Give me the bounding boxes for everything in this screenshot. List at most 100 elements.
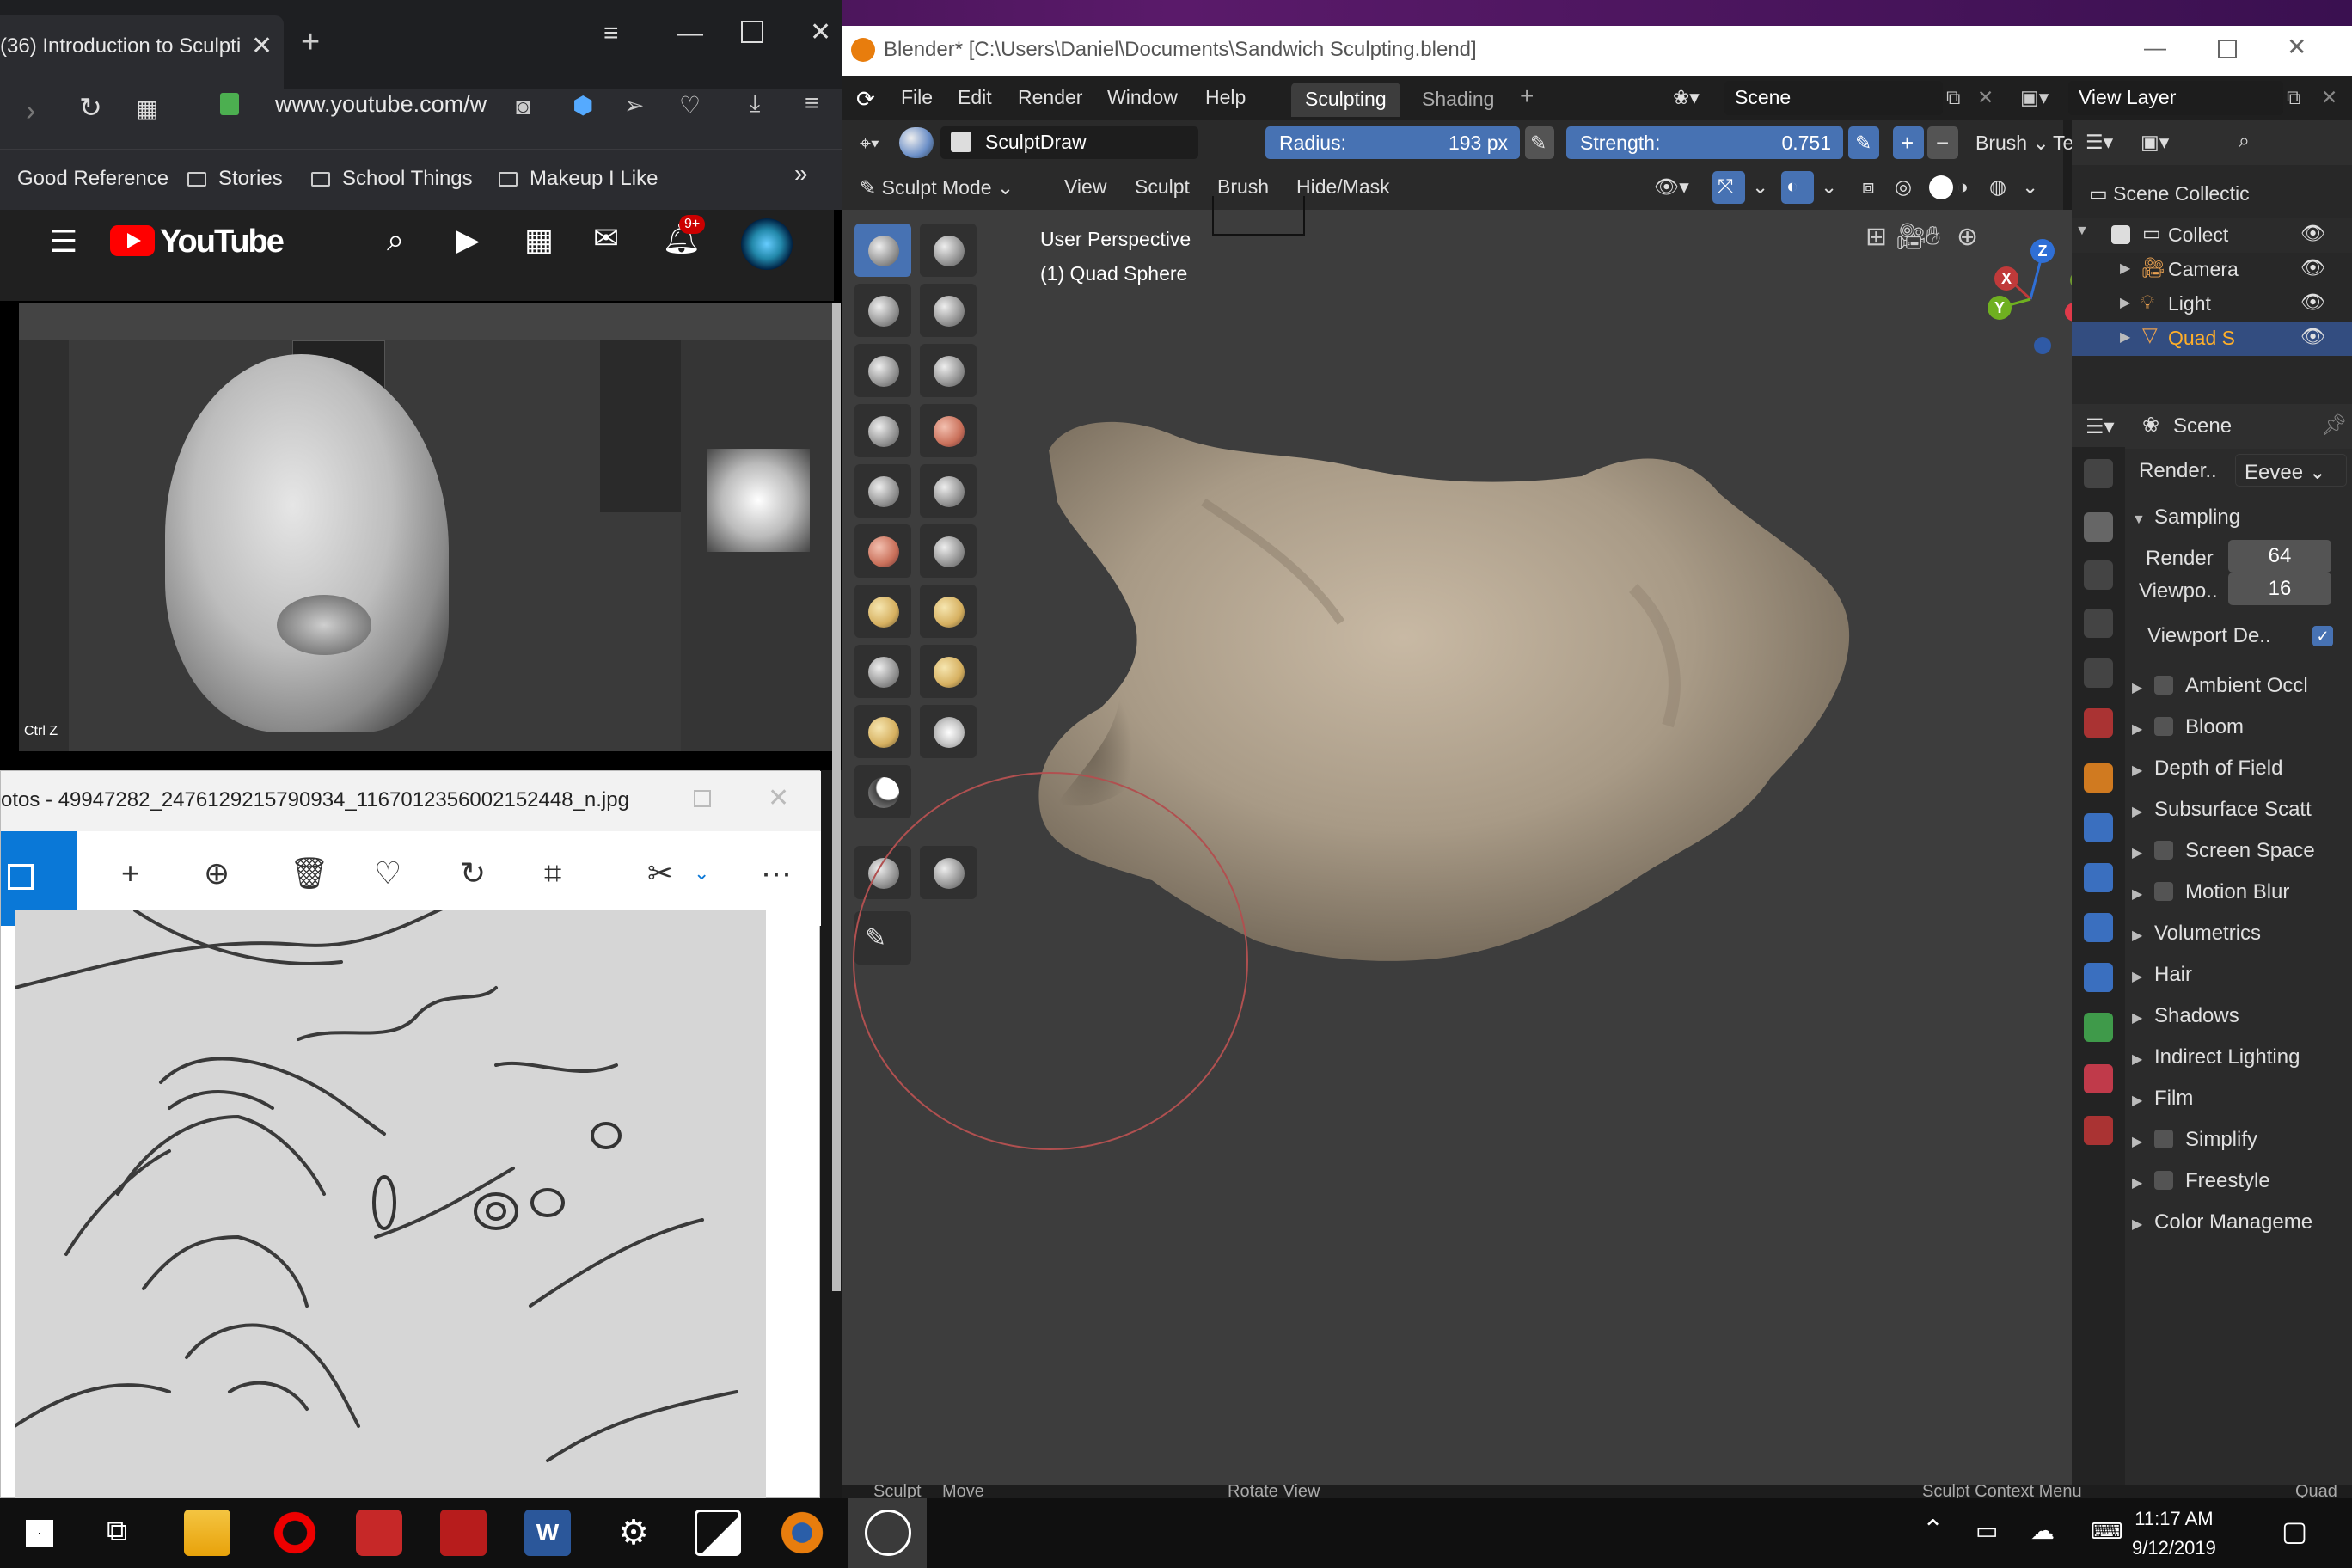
neg-z-axis-icon[interactable] xyxy=(2034,337,2051,354)
avatar[interactable] xyxy=(741,218,793,270)
eye-icon[interactable]: 👁︎ xyxy=(2300,256,2325,279)
3d-viewport[interactable]: User Perspective (1) Quad Sphere ✎ ⊞ 🎥︎ … xyxy=(842,196,2089,1485)
bookmark-makeup[interactable]: Makeup I Like xyxy=(499,167,658,191)
object-tab-icon[interactable] xyxy=(2084,763,2113,793)
viewport-samples-field[interactable]: 16 xyxy=(2228,573,2331,605)
opera-icon[interactable] xyxy=(272,1510,318,1556)
notifications-icon[interactable]: ▢ xyxy=(2282,1515,2307,1547)
panel-ambient-occlusion[interactable]: ▶ Ambient Occl xyxy=(2132,674,2308,698)
overlays-toggle-icon[interactable]: ◐ xyxy=(1781,171,1814,204)
video-player[interactable]: Ctrl Z xyxy=(19,303,834,751)
tab-sculpting[interactable]: Sculpting xyxy=(1291,83,1400,117)
zoom-icon[interactable]: ⊕ xyxy=(204,855,230,891)
texture-tab-icon[interactable] xyxy=(2084,1116,2113,1145)
xray-icon[interactable]: ⧈ xyxy=(1862,175,1875,199)
panel-film[interactable]: ▶ Film xyxy=(2132,1087,2193,1111)
close-icon[interactable]: ✕ xyxy=(810,17,831,47)
outliner-row-light[interactable]: ▶ 💡︎ Light 👁︎ xyxy=(2072,287,2352,322)
file-explorer-icon[interactable] xyxy=(184,1510,230,1556)
close-tab-icon[interactable]: ✕ xyxy=(251,31,500,61)
new-tab-button[interactable]: + xyxy=(301,24,320,61)
visibility-icon[interactable]: 👁︎▾ xyxy=(1654,175,1689,199)
navigation-gizmo[interactable]: ⊞ 🎥︎ ✋︎ ⊕ Z X Y xyxy=(1865,222,2087,382)
menu-file[interactable]: File xyxy=(901,86,933,109)
material-shading-icon[interactable]: ◑ xyxy=(1957,175,1969,199)
world-tab-icon[interactable] xyxy=(2084,708,2113,738)
tool-smooth[interactable] xyxy=(854,464,911,518)
blender-icon[interactable] xyxy=(779,1510,825,1556)
expand-icon[interactable]: ▶ xyxy=(2120,328,2130,346)
direction-subtract-button[interactable]: − xyxy=(1927,126,1958,159)
view-layer-selector[interactable]: View Layer xyxy=(2068,81,2283,115)
brush-selector[interactable]: SculptDraw xyxy=(940,126,1198,159)
panel-depth-of-field[interactable]: ▶ Depth of Field xyxy=(2132,756,2282,781)
strength-slider[interactable]: Strength: 0.751 xyxy=(1566,126,1843,159)
panel-subsurface-scattering[interactable]: ▶ Subsurface Scatt xyxy=(2132,798,2312,822)
editor-type-icon[interactable]: ☰▾ xyxy=(2086,414,2115,439)
wireframe-shading-icon[interactable]: ◎ xyxy=(1895,175,1912,199)
speed-dial-icon[interactable]: ▦ xyxy=(136,95,158,123)
tool-blob[interactable] xyxy=(854,404,911,457)
lock-icon[interactable] xyxy=(220,93,239,115)
outliner-row-collection[interactable]: ▼ ▭ Collect 👁︎ xyxy=(2072,218,2352,253)
tool-icon[interactable]: ⌖▾ xyxy=(849,126,890,159)
menu-edit[interactable]: Edit xyxy=(958,86,992,109)
bookmark-good-reference[interactable]: Good Reference xyxy=(17,167,168,191)
physics-tab-icon[interactable] xyxy=(2084,913,2113,942)
eye-icon[interactable]: 👁︎ xyxy=(2300,291,2325,314)
active-app-slot[interactable] xyxy=(848,1498,927,1568)
brush-preview-icon[interactable] xyxy=(899,127,934,158)
pin-icon[interactable]: 📌︎ xyxy=(2321,413,2347,438)
create-video-icon[interactable]: ▶ xyxy=(456,222,480,258)
tool-scrape[interactable] xyxy=(920,524,977,578)
acrobat-icon[interactable] xyxy=(440,1510,487,1556)
rendered-shading-icon[interactable]: ◍ xyxy=(1989,175,2006,199)
panel-shadows[interactable]: ▶ Shadows xyxy=(2132,1004,2239,1028)
hamburger-icon[interactable]: ☰ xyxy=(50,224,77,260)
tab-shading[interactable]: Shading xyxy=(1408,83,1508,117)
render-engine-dropdown[interactable]: Eevee ⌄ xyxy=(2235,454,2347,487)
direction-add-button[interactable]: + xyxy=(1893,126,1924,159)
chevron-down-icon[interactable]: ⌄ xyxy=(2022,175,2038,199)
menu-render[interactable]: Render xyxy=(1018,86,1082,109)
x-axis-icon[interactable]: X xyxy=(1994,266,2018,291)
new-scene-icon[interactable]: ⧉ xyxy=(1946,86,1960,109)
tool-inflate[interactable] xyxy=(920,344,977,397)
minimize-icon[interactable]: — xyxy=(2144,34,2166,61)
tool-fill[interactable] xyxy=(854,524,911,578)
scene-tab-icon[interactable] xyxy=(2084,658,2113,688)
material-tab-icon[interactable] xyxy=(2084,1064,2113,1093)
expand-icon[interactable]: ▶ xyxy=(2120,260,2130,277)
particles-tab-icon[interactable] xyxy=(2084,863,2113,892)
tool-flatten[interactable] xyxy=(920,464,977,518)
tool-draw-sharp[interactable] xyxy=(920,224,977,277)
data-tab-icon[interactable] xyxy=(2084,1013,2113,1042)
add-workspace-icon[interactable]: + xyxy=(1520,83,1534,110)
tool-thumb[interactable] xyxy=(920,645,977,698)
tab-menu-icon[interactable]: ≡ xyxy=(603,19,619,48)
crop-icon[interactable]: ⌗ xyxy=(544,855,561,892)
panel-checkbox[interactable] xyxy=(2154,841,2173,860)
panel-freestyle[interactable]: ▶ Freestyle xyxy=(2132,1169,2270,1193)
menu-help[interactable]: Help xyxy=(1205,86,1246,109)
tool-pinch[interactable] xyxy=(854,585,911,638)
z-axis-icon[interactable]: Z xyxy=(2030,239,2055,263)
photos-icon[interactable] xyxy=(695,1510,741,1556)
outliner-row-quad-sphere[interactable]: ▶ ▽ Quad S 👁︎ xyxy=(2072,322,2352,356)
word-icon[interactable]: W xyxy=(524,1510,571,1556)
grid-view-icon[interactable]: ⊞ xyxy=(1865,222,1887,252)
constraints-tab-icon[interactable] xyxy=(2084,963,2113,992)
y-axis-icon[interactable]: Y xyxy=(1988,296,2012,320)
maximize-icon[interactable] xyxy=(2218,40,2237,58)
modifier-tab-icon[interactable] xyxy=(2084,813,2113,842)
clock[interactable]: 11:17 AM 9/12/2019 xyxy=(2132,1504,2216,1563)
panel-sampling[interactable]: ▼ Sampling xyxy=(2132,505,2240,530)
panel-checkbox[interactable] xyxy=(2154,676,2173,695)
viewport-denoise-checkbox[interactable]: ✓ xyxy=(2312,626,2333,646)
view-layer-icon[interactable]: ▣▾ xyxy=(2020,86,2049,109)
maximize-icon[interactable] xyxy=(741,21,763,43)
view-layer-tab-icon[interactable] xyxy=(2084,609,2113,638)
tool-snake-hook[interactable] xyxy=(854,645,911,698)
close-icon[interactable]: ✕ xyxy=(2287,33,2306,61)
render-tab-icon[interactable] xyxy=(2084,512,2113,542)
